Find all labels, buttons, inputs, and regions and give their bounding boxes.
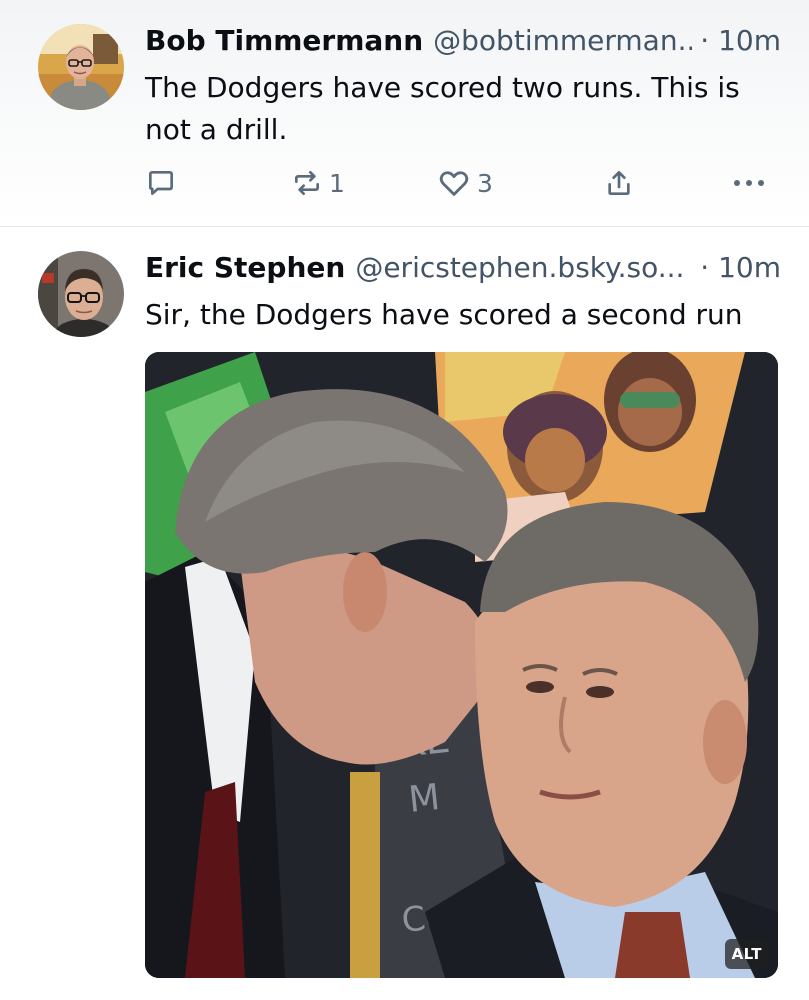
post-timestamp[interactable]: · 10m — [700, 21, 781, 61]
post-header: Eric Stephen @ericstephen.bsky.so... · 1… — [145, 248, 781, 288]
post-actions: 1 3 — [145, 163, 775, 203]
post-text: The Dodgers have scored two runs. This i… — [145, 71, 740, 146]
post-timestamp[interactable]: · 10m — [700, 248, 781, 288]
post-bob-timmermann[interactable]: Bob Timmermann @bobtimmerman... · 10m Th… — [0, 0, 809, 226]
author-handle[interactable]: @bobtimmerman... — [433, 21, 692, 61]
avatar-eric-stephen[interactable] — [38, 251, 124, 337]
more-options-button[interactable] — [731, 163, 767, 203]
author-name[interactable]: Eric Stephen — [145, 248, 345, 288]
post-eric-stephen[interactable]: Eric Stephen @ericstephen.bsky.so... · 1… — [0, 227, 809, 1000]
post-image[interactable]: KE M Co — [145, 352, 778, 978]
svg-text:M: M — [407, 777, 442, 821]
repost-icon — [295, 171, 319, 195]
like-button[interactable]: 3 — [437, 163, 493, 203]
author-handle[interactable]: @ericstephen.bsky.so... — [355, 248, 692, 288]
avatar-bob-timmermann[interactable] — [38, 24, 124, 110]
post-text: Sir, the Dodgers have scored a second ru… — [145, 298, 743, 331]
author-name[interactable]: Bob Timmermann — [145, 21, 423, 61]
repost-count: 1 — [329, 168, 345, 198]
reply-icon — [149, 171, 173, 195]
like-count: 3 — [477, 168, 493, 198]
reply-button[interactable] — [145, 163, 177, 203]
share-icon — [608, 171, 630, 195]
avatar-photo-icon — [38, 251, 124, 337]
repost-button[interactable]: 1 — [291, 163, 345, 203]
post-photo: KE M Co — [145, 352, 778, 978]
share-button[interactable] — [603, 163, 635, 203]
avatar-photo-icon — [38, 24, 124, 110]
more-icon — [734, 180, 764, 186]
alt-text-badge[interactable]: ALT — [724, 939, 769, 969]
post-header: Bob Timmermann @bobtimmerman... · 10m — [145, 21, 781, 61]
heart-icon — [439, 171, 469, 196]
